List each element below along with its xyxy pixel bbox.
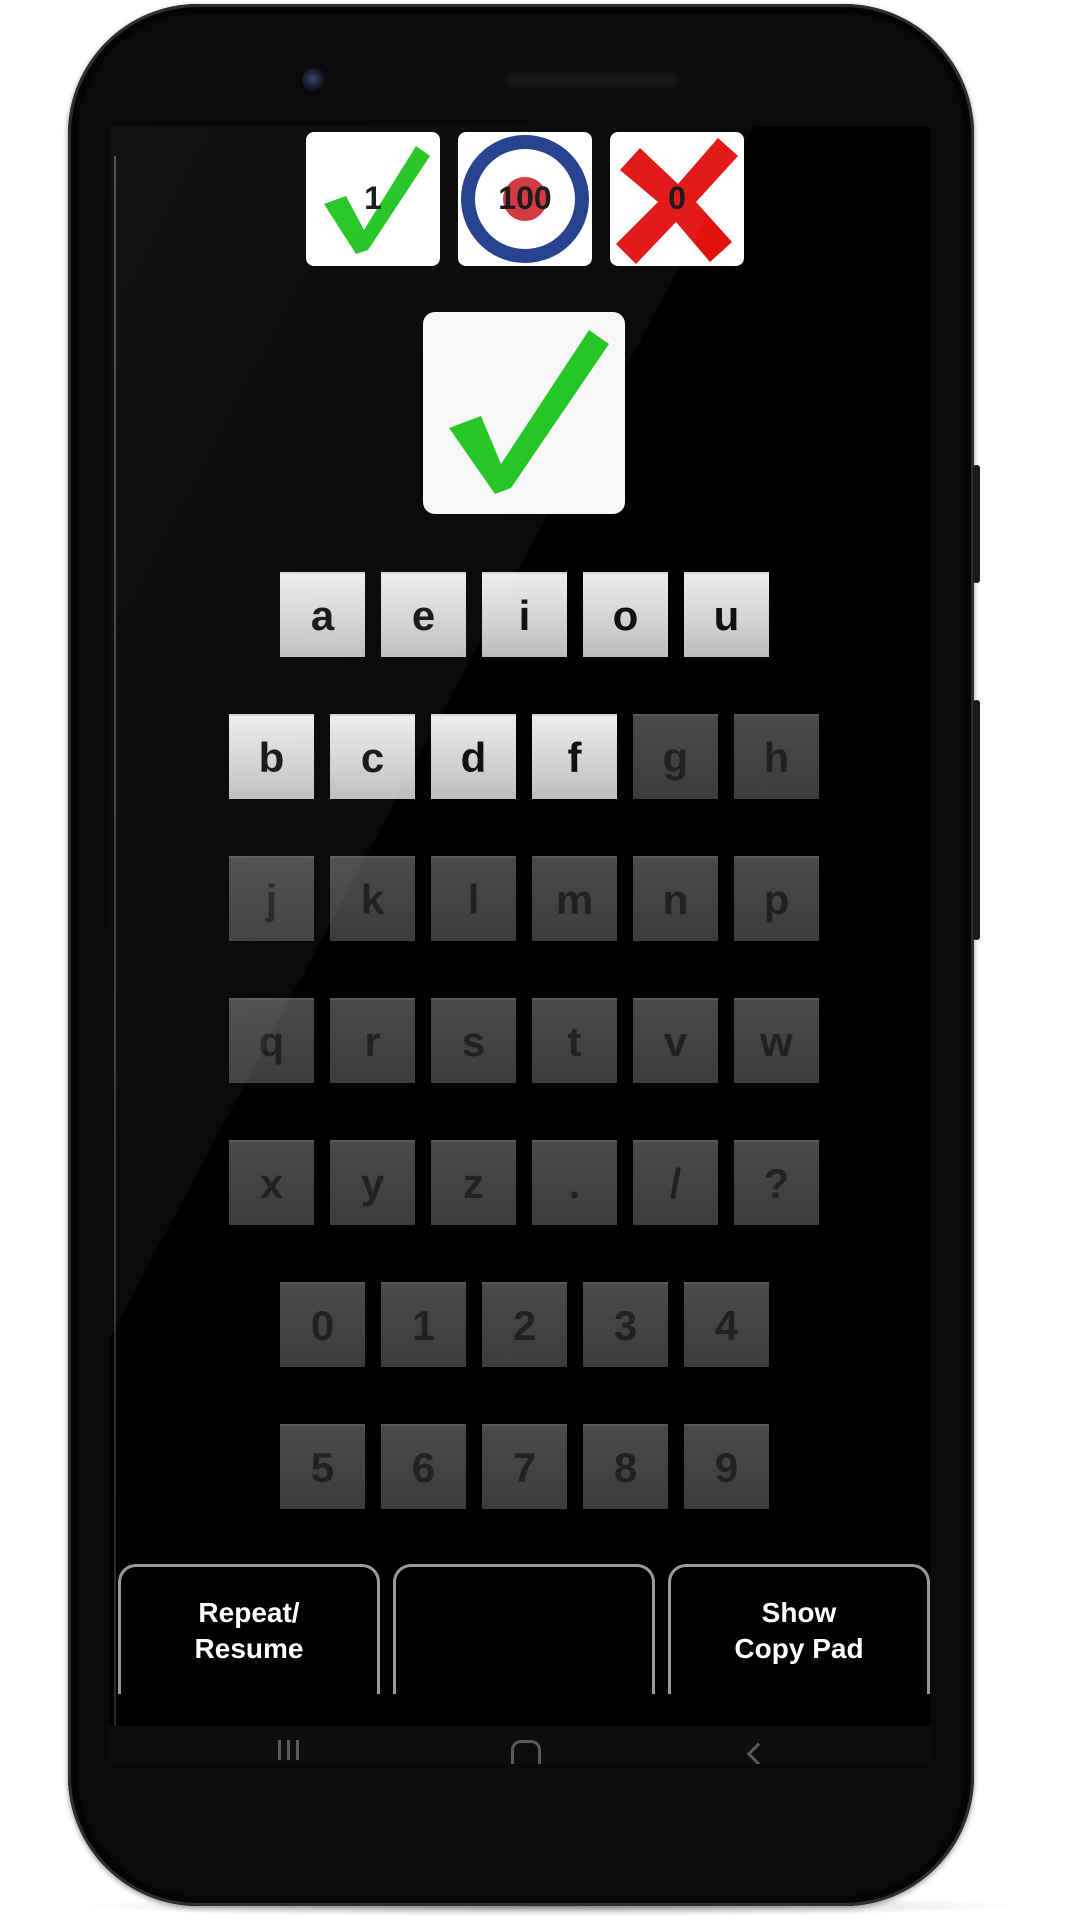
- system-nav-bar: [110, 1726, 930, 1764]
- blank-button[interactable]: [393, 1564, 655, 1694]
- key-r[interactable]: r: [330, 998, 415, 1083]
- key-w[interactable]: w: [734, 998, 819, 1083]
- key-0[interactable]: 0: [280, 1282, 365, 1367]
- key-h[interactable]: h: [734, 714, 819, 799]
- power-button: [973, 700, 980, 940]
- key-1[interactable]: 1: [381, 1282, 466, 1367]
- key-z[interactable]: z: [431, 1140, 516, 1225]
- check-mark-icon: [449, 330, 609, 494]
- key-a[interactable]: a: [280, 572, 365, 657]
- app-screen: 1 100 0 a e i o u b c d f g h j k l m n p q r s t v w x y z. /? 0 1 2…: [110, 126, 930, 1764]
- key-l[interactable]: l: [431, 856, 516, 941]
- home-icon[interactable]: [511, 1740, 541, 1764]
- key-y[interactable]: y: [330, 1140, 415, 1225]
- key-slash[interactable]: /: [633, 1140, 718, 1225]
- repeat-resume-button[interactable]: Repeat/ Resume: [118, 1564, 380, 1694]
- correct-score-tile: 1: [306, 132, 440, 266]
- earpiece-speaker: [504, 70, 680, 88]
- wrong-score-tile: 0: [610, 132, 744, 266]
- key-3[interactable]: 3: [583, 1282, 668, 1367]
- key-d[interactable]: d: [431, 714, 516, 799]
- key-7[interactable]: 7: [482, 1424, 567, 1509]
- key-s[interactable]: s: [431, 998, 516, 1083]
- recent-apps-icon[interactable]: [278, 1740, 308, 1762]
- key-g[interactable]: g: [633, 714, 718, 799]
- key-8[interactable]: 8: [583, 1424, 668, 1509]
- key-k[interactable]: k: [330, 856, 415, 941]
- key-period[interactable]: .: [532, 1140, 617, 1225]
- key-4[interactable]: 4: [684, 1282, 769, 1367]
- key-u[interactable]: u: [684, 572, 769, 657]
- correct-count: 1: [364, 180, 382, 216]
- key-b[interactable]: b: [229, 714, 314, 799]
- target-count: 100: [498, 180, 552, 216]
- key-5[interactable]: 5: [280, 1424, 365, 1509]
- key-i[interactable]: i: [482, 572, 567, 657]
- screen-edge-highlight: [114, 156, 116, 1736]
- key-t[interactable]: t: [532, 998, 617, 1083]
- result-indicator: [423, 312, 625, 514]
- front-camera: [302, 68, 326, 92]
- key-q[interactable]: q: [229, 998, 314, 1083]
- key-2[interactable]: 2: [482, 1282, 567, 1367]
- key-9[interactable]: 9: [684, 1424, 769, 1509]
- volume-button: [973, 465, 980, 583]
- key-p[interactable]: p: [734, 856, 819, 941]
- key-f[interactable]: f: [532, 714, 617, 799]
- key-6[interactable]: 6: [381, 1424, 466, 1509]
- key-e[interactable]: e: [381, 572, 466, 657]
- key-o[interactable]: o: [583, 572, 668, 657]
- show-copy-pad-button[interactable]: Show Copy Pad: [668, 1564, 930, 1694]
- key-question[interactable]: ?: [734, 1140, 819, 1225]
- key-x[interactable]: x: [229, 1140, 314, 1225]
- key-j[interactable]: j: [229, 856, 314, 941]
- key-m[interactable]: m: [532, 856, 617, 941]
- key-n[interactable]: n: [633, 856, 718, 941]
- key-c[interactable]: c: [330, 714, 415, 799]
- wrong-count: 0: [668, 180, 686, 216]
- key-v[interactable]: v: [633, 998, 718, 1083]
- back-icon[interactable]: [746, 1742, 770, 1764]
- target-score-tile: 100: [458, 132, 592, 266]
